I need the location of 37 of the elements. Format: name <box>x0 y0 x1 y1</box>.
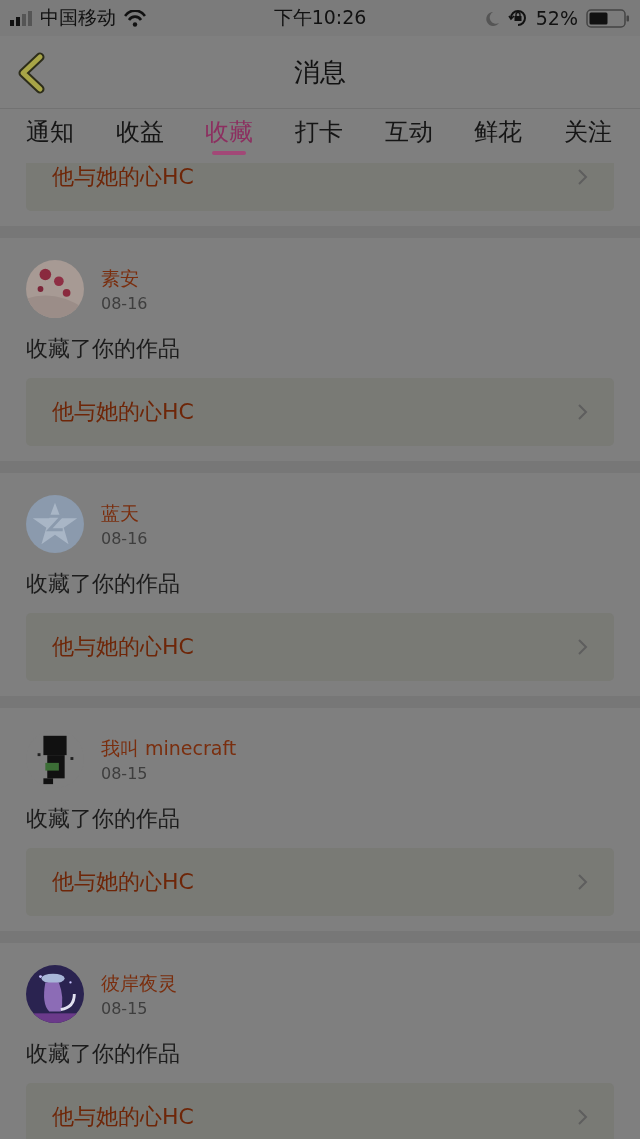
user-name[interactable]: 我叫 minecraft <box>101 735 237 762</box>
user-name[interactable]: 素安 <box>101 265 148 292</box>
message-text: 收藏了你的作品 <box>26 805 181 833</box>
chevron-right-icon <box>577 873 588 891</box>
work-link-button[interactable]: 他与她的心HC <box>26 613 614 681</box>
battery-percent: 52% <box>535 7 578 29</box>
rotation-lock-icon <box>507 8 528 28</box>
tab[interactable]: 收藏 <box>203 109 256 155</box>
chevron-right-icon <box>577 638 588 656</box>
user-name[interactable]: 蓝天 <box>101 500 148 527</box>
tab[interactable]: 通知 <box>24 109 76 155</box>
carrier-name: 中国移动 <box>40 5 116 30</box>
message-date: 08-15 <box>101 763 149 783</box>
chevron-right-icon <box>577 1108 588 1126</box>
wifi-icon <box>124 9 146 27</box>
signal-icon <box>10 10 32 26</box>
work-link-button[interactable]: 他与她的心HC <box>26 378 614 446</box>
page-title: 消息 <box>294 55 346 89</box>
tab[interactable]: 收益 <box>113 109 166 155</box>
message-text: 收藏了你的作品 <box>26 335 181 363</box>
user-name[interactable]: 彼岸夜灵 <box>101 970 177 997</box>
chevron-right-icon <box>577 168 588 186</box>
tab[interactable]: 关注 <box>561 109 614 155</box>
message-text: 收藏了你的作品 <box>26 1040 181 1068</box>
message-date: 08-15 <box>101 998 149 1018</box>
message-text: 收藏了你的作品 <box>26 570 181 598</box>
clock-time: 下午10:26 <box>273 5 367 30</box>
work-link-button[interactable]: 他与她的心HC <box>26 848 614 916</box>
battery-icon <box>586 8 630 28</box>
chevron-right-icon <box>577 403 588 421</box>
tab[interactable]: 互动 <box>382 109 435 155</box>
work-link-button[interactable]: 他与她的心HC <box>26 163 614 211</box>
message-date: 08-16 <box>101 293 148 313</box>
tab[interactable]: 打卡 <box>292 109 345 155</box>
message-date: 08-16 <box>101 528 148 548</box>
tab[interactable]: 鲜花 <box>472 109 525 155</box>
work-link-button[interactable]: 他与她的心HC <box>26 1083 614 1139</box>
